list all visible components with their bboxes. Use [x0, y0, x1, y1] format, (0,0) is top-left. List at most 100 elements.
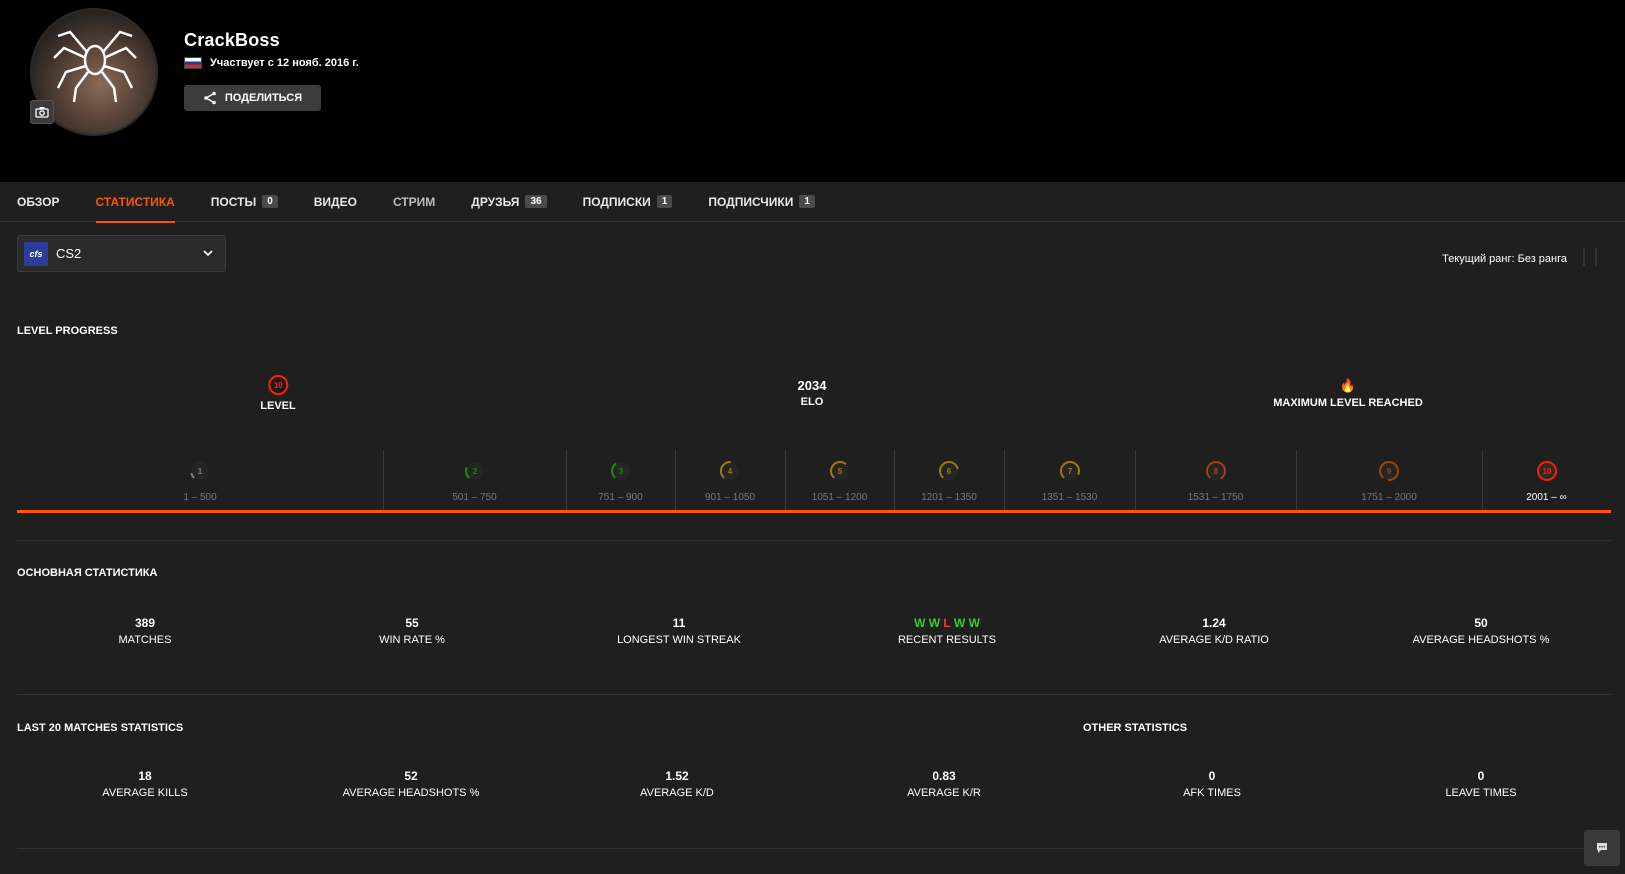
- level-10-icon: 10: [1536, 461, 1557, 481]
- svg-text:5: 5: [837, 467, 842, 476]
- chevron-down-icon: [203, 250, 213, 257]
- stat-value: 52: [404, 769, 418, 783]
- stat-label: AFK TIMES: [1183, 787, 1241, 799]
- svg-text:6: 6: [947, 467, 952, 476]
- profile-tabs: Обзор Статистика Посты 0 Видео Стрим Друз…: [0, 182, 1625, 223]
- level-segment-2: 2 501 – 750: [383, 448, 566, 512]
- result-loss: L: [943, 616, 951, 630]
- tab-label: Подписчики: [708, 194, 794, 209]
- stat-last20-headshots: 52 AVERAGE HEADSHOTS %: [343, 769, 480, 799]
- level-range: 1051 – 1200: [811, 492, 868, 503]
- tab-video[interactable]: Видео: [314, 182, 357, 222]
- level-segment-7: 7 1351 – 1530: [1004, 448, 1135, 512]
- stat-afk-times: 0 AFK TIMES: [1183, 769, 1241, 799]
- chat-button[interactable]: [1584, 830, 1620, 866]
- tab-following[interactable]: Подписки 1: [583, 182, 673, 222]
- tab-label: Видео: [313, 194, 357, 209]
- game-select-dropdown[interactable]: cfs CS2: [17, 235, 226, 272]
- rank-icon: [1583, 248, 1597, 266]
- tab-stream[interactable]: Стрим: [393, 182, 435, 222]
- member-since-text: Участвует с 12 нояб. 2016 г.: [210, 57, 359, 69]
- level-segment-9: 9 1751 – 2000: [1296, 448, 1482, 512]
- stat-value: 0: [1477, 769, 1485, 783]
- last20-title: LAST 20 MATCHES STATISTICS: [17, 722, 184, 734]
- svg-text:2: 2: [472, 467, 477, 476]
- tab-overview[interactable]: Обзор: [17, 182, 60, 222]
- svg-text:7: 7: [1067, 467, 1072, 476]
- tab-statistics[interactable]: Статистика: [95, 182, 176, 223]
- level-segment-6: 6 1201 – 1350: [894, 448, 1004, 512]
- stat-label: AVERAGE K/D: [640, 787, 714, 799]
- stat-label: AVERAGE HEADSHOTS %: [342, 787, 480, 799]
- svg-text:4: 4: [728, 467, 733, 476]
- level-4-icon: 4: [720, 461, 740, 481]
- count-badge: 36: [525, 195, 547, 208]
- change-photo-button[interactable]: [30, 100, 54, 124]
- game-name: CS2: [56, 246, 82, 261]
- stat-average-kr: 0.83 AVERAGE K/R: [907, 769, 981, 799]
- level-range: 751 – 900: [598, 492, 643, 503]
- level-progress-line: [17, 510, 1611, 513]
- level-range: 1531 – 1750: [1187, 492, 1244, 503]
- level-divider: [1296, 450, 1297, 510]
- tab-label: Подписки: [582, 194, 651, 209]
- level-segment-8: 8 1531 – 1750: [1135, 448, 1296, 512]
- level-progress-bar: 1 1 – 500 2 501 – 750 3 751 – 900 4 901 – 1050 5…: [17, 448, 1611, 514]
- svg-text:3: 3: [618, 467, 623, 476]
- count-badge: 0: [262, 195, 278, 208]
- level-divider: [566, 450, 567, 510]
- stat-label: MATCHES: [118, 634, 172, 646]
- recent-results-list: W W L W W: [898, 616, 996, 630]
- stat-value: 389: [134, 616, 156, 630]
- stat-value: 11: [672, 616, 686, 630]
- max-level-block: 🔥 MAXIMUM LEVEL REACHED: [1273, 378, 1423, 409]
- level-segment-4: 4 901 – 1050: [675, 448, 785, 512]
- stat-matches: 389 MATCHES: [119, 616, 172, 646]
- elo-value: 2034: [797, 378, 827, 393]
- stat-win-rate: 55 WIN RATE %: [379, 616, 445, 646]
- level-progress-title: LEVEL PROGRESS: [17, 325, 118, 337]
- stat-longest-win-streak: 11 LONGEST WIN STREAK: [617, 616, 741, 646]
- result-win: W: [968, 616, 980, 630]
- tab-friends[interactable]: Друзья 36: [471, 182, 547, 222]
- tab-label: Друзья: [471, 194, 520, 209]
- other-stats-title: OTHER STATISTICS: [1083, 722, 1188, 734]
- level-segment-1: 1 1 – 500: [17, 448, 383, 512]
- fire-icon: 🔥: [1339, 378, 1357, 393]
- svg-text:9: 9: [1387, 467, 1392, 476]
- count-badge: 1: [656, 195, 673, 208]
- level-range: 1751 – 2000: [1361, 492, 1417, 503]
- share-button[interactable]: Поделиться: [184, 85, 321, 111]
- level-range: 501 – 750: [452, 492, 497, 503]
- main-stats-title: ОСНОВНАЯ СТАТИСТИКА: [17, 567, 158, 579]
- stat-label: RECENT RESULTS: [897, 634, 997, 646]
- level-7-icon: 7: [1059, 461, 1080, 481]
- stat-label: AVERAGE HEADSHOTS %: [1412, 634, 1550, 646]
- level-divider: [1004, 450, 1005, 510]
- stat-label: AVERAGE K/D RATIO: [1159, 634, 1269, 646]
- svg-text:10: 10: [1542, 467, 1551, 476]
- camera-icon: [35, 107, 49, 118]
- chat-icon: [1597, 843, 1607, 853]
- level-divider: [894, 450, 895, 510]
- level-range: 901 – 1050: [704, 492, 756, 503]
- stat-value: 0: [1208, 769, 1216, 783]
- stat-average-kills: 18 AVERAGE KILLS: [102, 769, 187, 799]
- level-6-icon: 6: [939, 461, 959, 481]
- level-range: 2001 – ∞: [1526, 492, 1567, 503]
- stat-value: 55: [405, 616, 419, 630]
- tab-followers[interactable]: Подписчики 1: [708, 182, 815, 222]
- tab-posts[interactable]: Посты 0: [211, 182, 278, 222]
- level-segment-3: 3 751 – 900: [566, 448, 675, 512]
- level-8-icon: 8: [1205, 461, 1226, 481]
- level-1-icon: 1: [190, 461, 210, 481]
- level-10-icon: 10: [267, 375, 288, 395]
- stat-label: LEAVE TIMES: [1445, 787, 1517, 799]
- tab-label: Обзор: [17, 194, 60, 209]
- stat-value: 0.83: [932, 769, 956, 783]
- level-range: 1201 – 1350: [921, 492, 977, 503]
- divider: [17, 694, 1611, 695]
- level-range: 1351 – 1530: [1041, 492, 1098, 503]
- share-icon: [204, 91, 216, 105]
- elo-label: ELO: [800, 396, 824, 408]
